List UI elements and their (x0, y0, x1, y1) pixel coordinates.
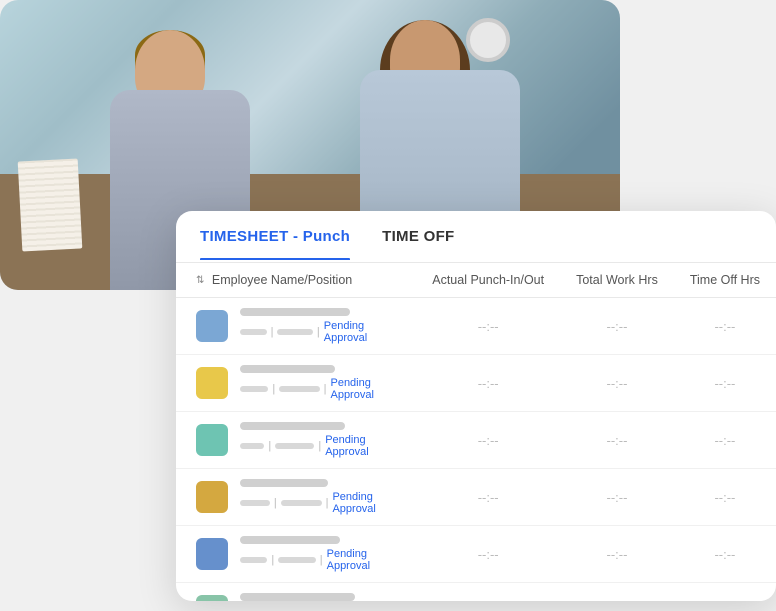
employee-avatar-3 (196, 481, 228, 513)
employee-name-bar-3 (240, 479, 328, 487)
table-row: ||Pending Approval--:----:----:-- (176, 298, 776, 355)
pending-label-0: Pending Approval (324, 320, 400, 344)
paper-stack-decoration (18, 158, 83, 251)
timeoff-cell-0: --:-- (674, 298, 776, 355)
employee-avatar-5 (196, 595, 228, 601)
employee-avatar-4 (196, 538, 228, 570)
table-wrapper: ⇅ Employee Name/Position Actual Punch-In… (176, 263, 776, 601)
sort-icon: ⇅ (196, 275, 204, 286)
scene: TIMESHEET - Punch TIME OFF ⇅ Employee Na… (0, 0, 776, 611)
total-cell-0: --:-- (560, 298, 674, 355)
col-timeoff: Time Off Hrs (674, 263, 776, 298)
meta-bar2-4 (278, 557, 316, 563)
col-punch: Actual Punch-In/Out (416, 263, 560, 298)
punch-cell-3: --:-- (416, 469, 560, 526)
timeoff-cell-2: --:-- (674, 412, 776, 469)
meta-bar2-2 (275, 443, 314, 449)
meta-bar2-3 (281, 500, 322, 506)
meta-bar1-0 (240, 329, 267, 335)
employee-avatar-2 (196, 424, 228, 456)
separator-1: | (272, 383, 275, 395)
total-cell-3: --:-- (560, 469, 674, 526)
total-cell-2: --:-- (560, 412, 674, 469)
timeoff-cell-3: --:-- (674, 469, 776, 526)
col-name: ⇅ Employee Name/Position (176, 263, 416, 298)
punch-cell-5: --:-- (416, 583, 560, 602)
pending-label-4: Pending Approval (327, 548, 401, 572)
employee-name-bar-4 (240, 536, 340, 544)
employee-name-bar-5 (240, 593, 355, 601)
table-header-row: ⇅ Employee Name/Position Actual Punch-In… (176, 263, 776, 298)
meta-bar1-1 (240, 386, 268, 392)
separator-2: | (268, 440, 271, 452)
separator2-4: | (320, 554, 323, 566)
employee-avatar-1 (196, 367, 228, 399)
separator2-1: | (324, 383, 327, 395)
pending-label-1: Pending Approval (330, 377, 400, 401)
table-row: ||Pending Approval--:----:----:-- (176, 469, 776, 526)
meta-bar2-0 (277, 329, 312, 335)
table-row: ||Pending Approval--:----:----:-- (176, 526, 776, 583)
employee-table: ⇅ Employee Name/Position Actual Punch-In… (176, 263, 776, 601)
meta-bar1-4 (240, 557, 267, 563)
pending-label-3: Pending Approval (332, 491, 400, 515)
punch-cell-4: --:-- (416, 526, 560, 583)
punch-cell-2: --:-- (416, 412, 560, 469)
col-total: Total Work Hrs (560, 263, 674, 298)
meta-bar2-1 (279, 386, 319, 392)
employee-cell-3: ||Pending Approval (176, 469, 416, 526)
table-row: ||Pending Approval--:----:----:-- (176, 583, 776, 602)
separator-4: | (271, 554, 274, 566)
meta-bar1-3 (240, 500, 270, 506)
employee-cell-1: ||Pending Approval (176, 355, 416, 412)
separator-0: | (271, 326, 274, 338)
meta-bar1-2 (240, 443, 264, 449)
employee-cell-5: ||Pending Approval (176, 583, 416, 602)
table-row: ||Pending Approval--:----:----:-- (176, 355, 776, 412)
separator2-2: | (318, 440, 321, 452)
employee-cell-2: | | Pending Approval (176, 412, 416, 469)
tab-timesheet[interactable]: TIMESHEET - Punch (200, 214, 350, 259)
separator2-3: | (326, 497, 329, 509)
employee-name-bar-2 (240, 422, 345, 430)
pending-label-2: Pending Approval (325, 434, 400, 458)
timeoff-cell-4: --:-- (674, 526, 776, 583)
tab-timeoff[interactable]: TIME OFF (382, 214, 454, 259)
employee-name-bar-0 (240, 308, 350, 316)
punch-cell-1: --:-- (416, 355, 560, 412)
total-cell-5: --:-- (560, 583, 674, 602)
separator2-0: | (317, 326, 320, 338)
timeoff-cell-1: --:-- (674, 355, 776, 412)
timeoff-cell-5: --:-- (674, 583, 776, 602)
punch-cell-0: --:-- (416, 298, 560, 355)
employee-avatar-0 (196, 310, 228, 342)
employee-cell-0: | | Pending Approval (176, 298, 416, 355)
main-card: TIMESHEET - Punch TIME OFF ⇅ Employee Na… (176, 211, 776, 601)
total-cell-1: --:-- (560, 355, 674, 412)
separator-3: | (274, 497, 277, 509)
table-row: ||Pending Approval--:----:----:-- (176, 412, 776, 469)
tab-bar: TIMESHEET - Punch TIME OFF (176, 211, 776, 263)
employee-name-bar-1 (240, 365, 335, 373)
total-cell-4: --:-- (560, 526, 674, 583)
employee-cell-4: | | Pending Approval (176, 526, 416, 583)
